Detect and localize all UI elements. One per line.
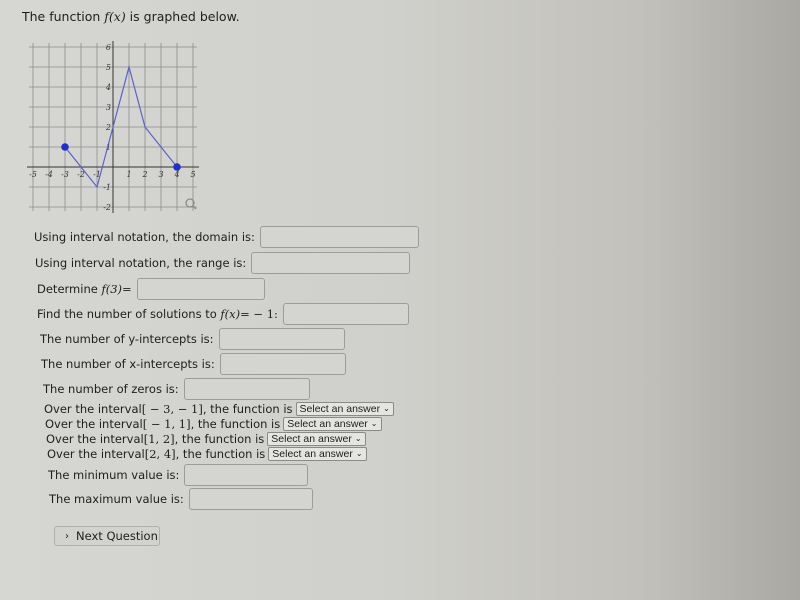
endpoint-dot (173, 163, 181, 171)
minimum-input[interactable] (184, 464, 309, 486)
y-tick-label: -2 (103, 203, 111, 212)
interval-label: Over the interval (47, 446, 145, 461)
interval-row: Over the interval [ − 1, 1], the functio… (45, 416, 382, 431)
x-tick-label: -5 (29, 170, 37, 179)
zeros-label: The number of zeros is: (43, 382, 179, 396)
behavior-select[interactable]: Select an answer ⌄ (267, 431, 366, 446)
x-tick-label: 2 (141, 170, 147, 179)
select-value: Select an answer (271, 432, 352, 445)
y-intercepts-label: The number of y-intercepts is: (40, 332, 214, 346)
interval-label: Over the interval (45, 416, 143, 431)
interval-suffix: , the function is (175, 446, 266, 461)
function-name: f(x) (104, 9, 126, 24)
interval-math: [ − 1, 1] (142, 416, 191, 431)
maximum-row: The maximum value is: (49, 488, 313, 510)
interval-math: [2, 4] (144, 446, 176, 461)
f3-label-prefix: Determine (37, 282, 98, 296)
y-tick-label: 3 (106, 103, 111, 112)
range-row: Using interval notation, the range is: (35, 252, 411, 274)
interval-math: [1, 2] (143, 431, 175, 446)
select-value: Select an answer (299, 402, 381, 415)
f3-row: Determine f(3) = (37, 278, 265, 300)
interval-suffix: , the function is (174, 431, 265, 446)
next-question-label: Next Question (76, 529, 158, 543)
behavior-select[interactable]: Select an answer ⌄ (295, 401, 394, 416)
statement-suffix: is graphed below. (125, 9, 240, 24)
interval-label: Over the interval (44, 401, 142, 416)
chevron-down-icon: ⌄ (355, 449, 363, 458)
maximum-label: The maximum value is: (49, 492, 184, 506)
solutions-math: f(x) (220, 307, 241, 321)
x-intercepts-row: The number of x-intercepts is: (41, 353, 346, 375)
y-tick-label: 2 (105, 123, 111, 132)
f3-input[interactable] (136, 278, 265, 300)
interval-row: Over the interval [2, 4], the function i… (47, 446, 367, 461)
interval-math: [ − 3, − 1] (141, 401, 203, 416)
x-tick-label: 3 (158, 170, 163, 179)
y-intercepts-input[interactable] (218, 328, 345, 350)
chevron-down-icon: ⌄ (370, 419, 378, 428)
x-intercepts-label: The number of x-intercepts is: (41, 357, 215, 371)
maximum-input[interactable] (188, 488, 313, 510)
problem-statement: The function f(x) is graphed below. (22, 9, 240, 24)
solutions-input[interactable] (282, 303, 409, 325)
minimum-row: The minimum value is: (48, 464, 309, 486)
next-question-button[interactable]: › Next Question (54, 526, 160, 546)
x-tick-label: 5 (190, 170, 195, 179)
zeros-input[interactable] (183, 378, 310, 400)
y-intercepts-row: The number of y-intercepts is: (40, 328, 345, 350)
interval-row: Over the interval [1, 2], the function i… (46, 431, 366, 446)
interval-row: Over the interval [ − 3, − 1], the funct… (44, 401, 394, 416)
endpoint-dot (61, 143, 69, 151)
solutions-label-prefix: Find the number of solutions to (37, 307, 217, 321)
x-tick-label: 1 (126, 170, 131, 179)
interval-suffix: , the function is (190, 416, 281, 431)
solutions-equation: = − 1: (240, 307, 278, 321)
statement-prefix: The function (22, 9, 105, 24)
range-input[interactable] (251, 252, 411, 274)
domain-label: Using interval notation, the domain is: (34, 230, 255, 244)
solutions-row: Find the number of solutions to f(x) = −… (37, 303, 409, 325)
minimum-label: The minimum value is: (48, 468, 180, 482)
x-intercepts-input[interactable] (219, 353, 346, 375)
behavior-select[interactable]: Select an answer ⌄ (268, 446, 367, 461)
f3-equals: = (122, 282, 132, 296)
f3-math: f(3) (101, 282, 123, 296)
function-graph: -5 -4 -3 -2 -1 1 2 3 4 5654321-1-2 (27, 41, 199, 213)
select-value: Select an answer (287, 417, 368, 430)
magnifier-icon[interactable] (185, 198, 197, 210)
x-tick-label: -3 (61, 170, 69, 179)
domain-row: Using interval notation, the domain is: (34, 226, 419, 248)
zeros-row: The number of zeros is: (43, 378, 310, 400)
x-tick-label: -4 (45, 170, 53, 179)
behavior-select[interactable]: Select an answer ⌄ (283, 416, 382, 431)
y-tick-label: 5 (106, 63, 111, 72)
y-tick-label: 4 (105, 83, 111, 92)
chevron-down-icon: ⌄ (354, 434, 362, 443)
x-tick-label: 4 (173, 170, 179, 179)
y-tick-label: -1 (103, 183, 111, 192)
range-label: Using interval notation, the range is: (35, 256, 247, 270)
chevron-right-icon: › (65, 530, 69, 542)
select-value: Select an answer (272, 447, 353, 460)
interval-suffix: , the function is (202, 401, 293, 416)
chevron-down-icon: ⌄ (383, 404, 390, 413)
domain-input[interactable] (259, 226, 419, 248)
interval-label: Over the interval (46, 431, 144, 446)
y-tick-label: 6 (106, 43, 111, 52)
